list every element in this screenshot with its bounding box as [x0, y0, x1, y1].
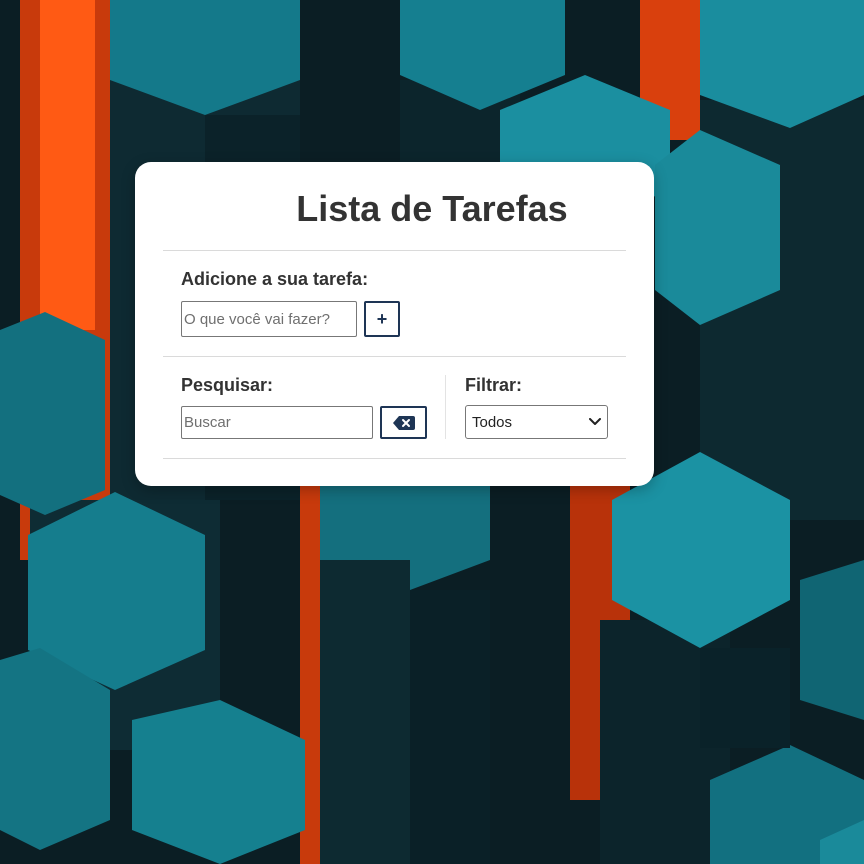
section-separator — [445, 375, 446, 439]
divider — [163, 458, 626, 459]
add-task-label: Adicione a sua tarefa: — [181, 269, 369, 289]
filter-selected-value: Todos — [472, 413, 513, 431]
filter-select[interactable]: Todos — [465, 405, 608, 439]
divider — [163, 250, 626, 251]
clear-search-button[interactable] — [380, 406, 427, 439]
page-title: Lista de Tarefas — [296, 188, 568, 229]
chevron-down-icon — [589, 418, 601, 426]
add-task-button[interactable]: + — [364, 301, 400, 337]
search-input[interactable] — [181, 406, 373, 439]
filter-label: Filtrar: — [465, 375, 523, 395]
search-label: Pesquisar: — [181, 375, 274, 395]
backspace-icon — [392, 415, 415, 430]
task-input[interactable] — [181, 301, 357, 337]
divider — [163, 356, 626, 357]
